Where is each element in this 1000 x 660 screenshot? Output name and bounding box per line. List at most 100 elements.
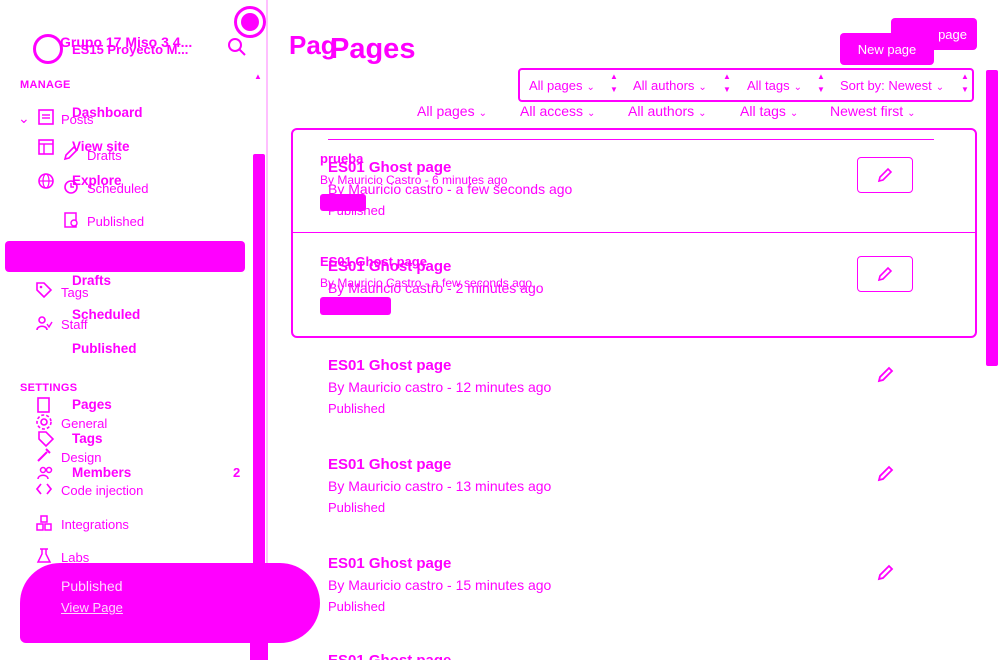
row-meta: By Mauricio castro - 2 minutes ago — [328, 280, 544, 296]
chevron-down-icon[interactable]: ⌄ — [18, 110, 30, 127]
main-scrollbar-thumb[interactable] — [986, 70, 998, 366]
filter-tag-select[interactable]: All tags ⌄ — [747, 78, 802, 93]
filter-access-label: All access — [520, 103, 584, 119]
sidebar: Grupo 17 Miso 3 4... ES15 Proyecto M... … — [0, 0, 268, 660]
brush-icon — [35, 446, 53, 464]
sidebar-item-pages-label: Pages — [75, 248, 112, 263]
sidebar-item-dashboard[interactable]: Dashboard — [72, 105, 143, 120]
sort-stepper[interactable]: ▲ ▼ — [958, 70, 972, 100]
settings-heading: SETTINGS — [20, 382, 78, 394]
sidebar-divider — [266, 0, 268, 660]
pencil-icon[interactable] — [877, 365, 895, 383]
filter-type-label: All pages — [529, 78, 583, 93]
chevron-down-icon: ⌄ — [935, 82, 945, 93]
filter-pages[interactable]: All pages ⌄ — [417, 103, 487, 119]
status-badge — [320, 297, 391, 315]
gear-icon — [35, 413, 53, 431]
sidebar-item-pages-b[interactable]: Pages — [72, 397, 112, 412]
sidebar-item-members[interactable]: Members — [72, 465, 131, 480]
sidebar-item-view-site[interactable]: View site — [72, 139, 130, 154]
filter-tags-label: All tags — [740, 103, 786, 119]
toast-view-link[interactable]: View Page — [61, 600, 123, 615]
site-icon[interactable] — [33, 34, 63, 64]
sidebar-item-design[interactable]: Design — [61, 450, 101, 465]
chevron-down-icon: ⌄ — [698, 108, 707, 119]
page-title: Pages — [330, 33, 416, 65]
edit-button[interactable] — [857, 256, 913, 292]
chevron-down-icon: ⌄ — [789, 108, 799, 119]
staff-icon — [35, 314, 53, 332]
filter-authors-label: All authors — [628, 103, 695, 119]
sidebar-item-published[interactable]: Published — [87, 214, 144, 229]
chevron-down-icon: ⌄ — [478, 108, 487, 119]
filter-author-label: All authors — [633, 78, 695, 93]
notification-icon[interactable] — [234, 6, 266, 38]
filter-sort-label: Sort by: Newest — [840, 78, 932, 93]
sidebar-item-pages-active[interactable]: Pages — [5, 241, 245, 272]
row-status: Published — [328, 203, 386, 218]
sidebar-item-general[interactable]: General — [61, 416, 107, 431]
pencil-icon[interactable] — [877, 464, 895, 482]
filter-authors[interactable]: All authors ⌄ — [628, 103, 707, 119]
pencil-icon — [877, 167, 893, 183]
sidebar-item-tags-b[interactable]: Tags — [72, 431, 103, 446]
filter-tag-label: All tags — [747, 78, 790, 93]
author-stepper[interactable]: ▲ ▼ — [720, 70, 734, 100]
sidebar-item-code-injection[interactable]: Code injection — [61, 483, 143, 498]
pencil-icon[interactable] — [877, 563, 895, 581]
posts-icon — [37, 108, 55, 126]
tag-stepper[interactable]: ▲ ▼ — [814, 70, 828, 100]
sidebar-item-integrations[interactable]: Integrations — [61, 517, 129, 532]
sidebar-bottom-block — [250, 598, 268, 660]
filter-sort-select[interactable]: Sort by: Newest ⌄ — [840, 78, 944, 93]
chevron-down-icon: ⌄ — [586, 82, 595, 93]
new-page-ghost-label: page — [938, 26, 967, 42]
manage-heading: MANAGE — [20, 79, 71, 91]
site-title-secondary[interactable]: ES15 Proyecto M... — [72, 42, 188, 57]
row-title[interactable]: ES01 Ghost page — [328, 555, 451, 572]
filter-pages-label: All pages — [417, 103, 475, 119]
row-meta: By Mauricio castro - 12 minutes ago — [328, 379, 552, 395]
header-rule — [328, 139, 934, 140]
chevron-down-icon: ⌄ — [907, 108, 916, 119]
flask-icon — [35, 547, 53, 565]
row-title[interactable]: ES01 Ghost page — [328, 652, 451, 660]
row-status: Published — [328, 500, 386, 515]
code-icon — [35, 480, 53, 498]
chevron-down-icon: ⌄ — [793, 82, 803, 93]
members-count-badge: 2 — [233, 465, 241, 480]
new-page-button[interactable]: New page — [840, 33, 934, 65]
row-meta: By Mauricio castro - 15 minutes ago — [328, 577, 552, 593]
row-status: Published — [328, 599, 386, 614]
row-title[interactable]: ES01 Ghost page — [328, 357, 451, 374]
published-icon — [62, 211, 80, 229]
toast-status: Published — [61, 578, 123, 594]
scroll-up-arrow[interactable]: ▲ — [254, 72, 262, 81]
globe-icon — [37, 172, 55, 190]
chevron-down-icon: ⌄ — [698, 82, 707, 93]
tag-icon — [35, 281, 53, 299]
filter-order[interactable]: Newest first ⌄ — [830, 103, 916, 119]
chevron-down-icon: ⌄ — [587, 108, 596, 119]
filter-tags[interactable]: All tags ⌄ — [740, 103, 798, 119]
row-title[interactable]: ES01 Ghost page — [328, 258, 451, 275]
sidebar-item-explore[interactable]: Explore — [72, 173, 122, 188]
row-status: Published — [328, 401, 386, 416]
search-icon[interactable] — [226, 36, 248, 58]
edit-button[interactable] — [857, 157, 913, 193]
filter-author-select[interactable]: All authors ⌄ — [633, 78, 707, 93]
filter-type-select[interactable]: All pages ⌄ — [529, 78, 595, 93]
row-meta: By Mauricio castro - 13 minutes ago — [328, 478, 552, 494]
new-page-label: New page — [857, 41, 917, 57]
view-site-icon — [37, 138, 55, 156]
type-stepper[interactable]: ▲ ▼ — [607, 70, 621, 100]
sidebar-item-published-b[interactable]: Published — [72, 341, 137, 356]
integrations-icon — [35, 514, 53, 532]
sidebar-item-drafts-b[interactable]: Drafts — [72, 273, 111, 288]
filter-order-label: Newest first — [830, 103, 904, 119]
general-icon — [35, 396, 53, 414]
filter-access[interactable]: All access ⌄ — [520, 103, 595, 119]
row-separator — [292, 232, 976, 233]
row-title[interactable]: ES01 Ghost page — [328, 456, 451, 473]
sidebar-item-scheduled-b[interactable]: Scheduled — [72, 307, 140, 322]
